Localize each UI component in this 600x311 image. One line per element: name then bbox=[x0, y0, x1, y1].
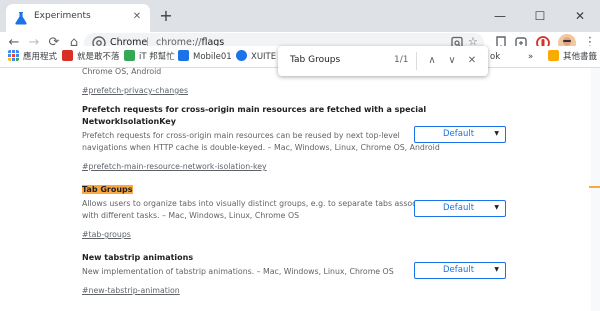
experiment-link[interactable]: #new-tabstrip-animation bbox=[82, 285, 180, 297]
flask-icon bbox=[15, 12, 27, 25]
bookmark-3[interactable]: Mobile01 bbox=[178, 50, 232, 64]
find-bar: Tab Groups 1/1 ∧ ∨ ✕ bbox=[278, 46, 488, 76]
find-match-count: 1/1 bbox=[394, 55, 409, 65]
bookmark-label: » bbox=[528, 52, 534, 62]
bookmark-label: Mobile01 bbox=[193, 52, 232, 62]
bookmark-other[interactable]: 其他書籤 bbox=[548, 50, 597, 64]
experiment-title-line: Prefetch requests for cross-origin main … bbox=[82, 105, 427, 114]
find-highlight: Tab Groups bbox=[82, 185, 133, 194]
bookmark-label: 其他書籤 bbox=[563, 52, 598, 62]
experiment-link[interactable]: #prefetch-privacy-changes bbox=[82, 85, 188, 97]
new-tab-button[interactable]: + bbox=[156, 6, 176, 26]
tab-close-icon[interactable]: ✕ bbox=[130, 10, 144, 24]
experiment-title: Prefetch requests for cross-origin main … bbox=[82, 104, 522, 128]
bookmark-5[interactable]: ok bbox=[490, 50, 500, 64]
more-bookmarks-button[interactable]: » bbox=[528, 50, 533, 64]
tab-strip: Experiments ✕ + — ☐ ✕ bbox=[0, 0, 600, 32]
find-previous-button[interactable]: ∧ bbox=[424, 52, 440, 70]
find-result-marker bbox=[589, 186, 600, 188]
experiment-description-line: navigations when HTTP cache is double-ke… bbox=[82, 143, 440, 152]
bookmark-apps[interactable]: 應用程式 bbox=[8, 50, 57, 64]
page-scrollbar[interactable] bbox=[591, 68, 600, 311]
experiment-title: Tab Groups bbox=[82, 184, 522, 196]
select-value: Default bbox=[443, 129, 475, 139]
maximize-button[interactable]: ☐ bbox=[520, 0, 560, 32]
dropdown-caret-icon: ▼ bbox=[494, 130, 499, 137]
experiment-link[interactable]: #tab-groups bbox=[82, 229, 131, 241]
bookmark-2[interactable]: iT 邦幫忙 bbox=[124, 50, 175, 64]
select-value: Default bbox=[443, 203, 475, 213]
dropdown-caret-icon: ▼ bbox=[494, 266, 499, 273]
dropdown-caret-icon: ▼ bbox=[494, 204, 499, 211]
bookmark-4[interactable]: XUITE bbox=[236, 50, 276, 64]
tab-title: Experiments bbox=[34, 11, 91, 21]
apps-grid-icon bbox=[8, 50, 19, 61]
minimize-button[interactable]: — bbox=[480, 0, 520, 32]
bookmark-label: 就是敢不落 bbox=[77, 52, 120, 62]
site-icon bbox=[178, 50, 189, 61]
bookmark-label: iT 邦幫忙 bbox=[139, 52, 175, 62]
select-value: Default bbox=[443, 265, 475, 275]
tab-experiments[interactable]: Experiments ✕ bbox=[6, 4, 150, 32]
find-input[interactable]: Tab Groups bbox=[290, 55, 340, 65]
flags-page: Chrome OS, Android #prefetch-privacy-cha… bbox=[0, 68, 600, 311]
close-window-button[interactable]: ✕ bbox=[560, 0, 600, 32]
bookmark-label: ok bbox=[490, 52, 501, 62]
experiment-select-prefetch-main-resource[interactable]: Default ▼ bbox=[414, 126, 506, 143]
experiment-select-new-tabstrip-animation[interactable]: Default ▼ bbox=[414, 262, 506, 279]
find-close-button[interactable]: ✕ bbox=[464, 52, 480, 70]
bookmark-1[interactable]: 就是敢不落 bbox=[62, 50, 120, 64]
find-divider bbox=[416, 52, 417, 70]
site-icon bbox=[124, 50, 135, 61]
site-icon bbox=[62, 50, 73, 61]
bookmark-label: XUITE bbox=[251, 52, 277, 62]
experiment-link[interactable]: #prefetch-main-resource-network-isolatio… bbox=[82, 161, 267, 173]
bookmark-label: 應用程式 bbox=[23, 52, 58, 62]
experiment-select-tab-groups[interactable]: Default ▼ bbox=[414, 200, 506, 217]
find-next-button[interactable]: ∨ bbox=[444, 52, 460, 70]
folder-icon bbox=[548, 50, 559, 61]
site-icon bbox=[236, 50, 247, 61]
